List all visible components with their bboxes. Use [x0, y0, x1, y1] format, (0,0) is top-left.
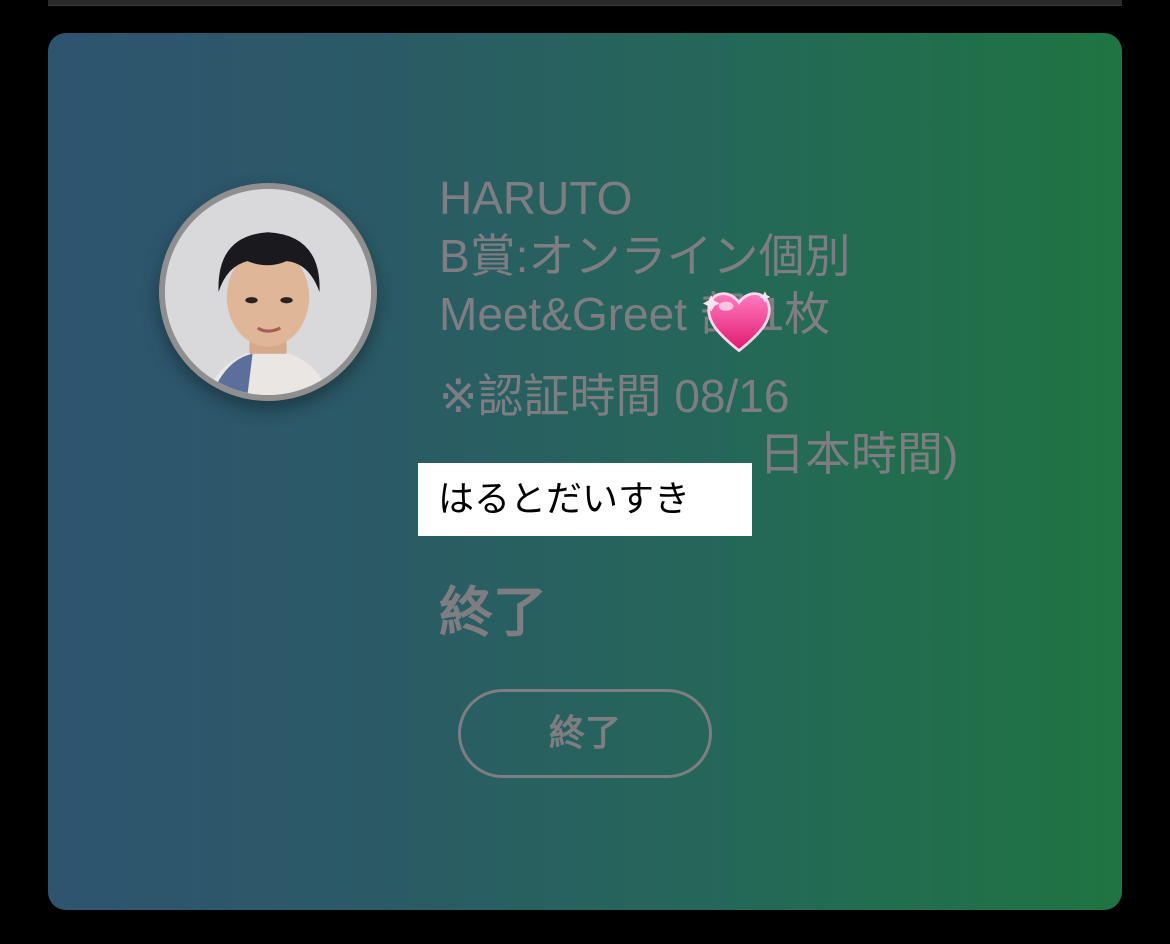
status-text: 終了	[439, 581, 547, 644]
ticket-info: HARUTO B賞:オンライン個別 Meet&Greet 部 1枚 ※認証時間 …	[439, 169, 958, 483]
end-button[interactable]: 終了	[458, 689, 712, 778]
artist-avatar	[159, 183, 377, 401]
top-bar	[48, 0, 1122, 6]
event-line: Meet&Greet 部 1枚	[439, 288, 831, 340]
avatar-photo	[165, 189, 371, 395]
auth-time-line: ※認証時間 08/16	[439, 370, 790, 422]
prize-line: B賞:オンライン個別	[439, 230, 851, 282]
ticket-card: HARUTO B賞:オンライン個別 Meet&Greet 部 1枚 ※認証時間 …	[48, 33, 1122, 910]
artist-name: HARUTO	[439, 172, 633, 224]
timezone-tail: 日本時間)	[759, 428, 959, 480]
sparkling-heart-icon	[701, 284, 777, 358]
handwritten-sticker: はるとだいすき	[418, 463, 752, 536]
